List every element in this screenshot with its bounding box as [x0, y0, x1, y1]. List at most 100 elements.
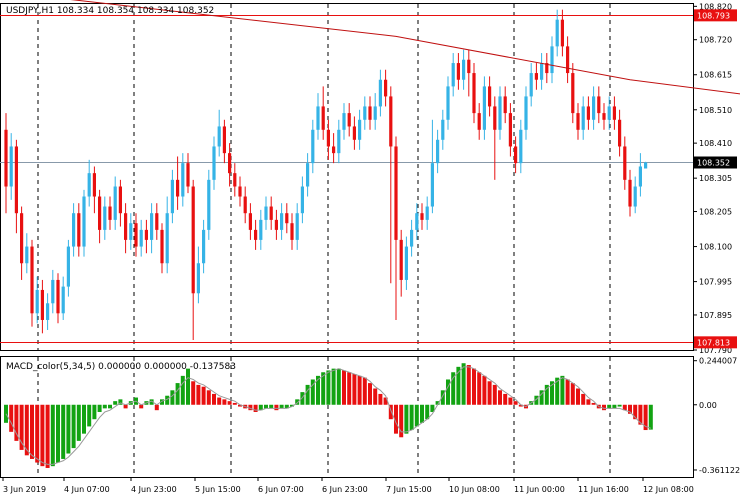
candle-body[interactable] [155, 213, 159, 230]
candle-body[interactable] [269, 206, 273, 220]
candle-body[interactable] [124, 213, 128, 240]
candle-body[interactable] [477, 113, 481, 130]
candle-body[interactable] [347, 113, 351, 127]
candle-body[interactable] [150, 213, 154, 240]
candle-body[interactable] [378, 79, 382, 107]
candle-body[interactable] [493, 106, 497, 130]
trading-chart-window[interactable]: 108.820 108.720 108.615 108.510 108.410 108.3… [0, 0, 740, 500]
candle-body[interactable] [233, 173, 237, 187]
candle-body[interactable] [207, 179, 211, 230]
candle-body[interactable] [529, 73, 533, 97]
candle-body[interactable] [404, 246, 408, 280]
candle-body[interactable] [618, 119, 622, 147]
candle-body[interactable] [436, 139, 440, 164]
candle-body[interactable] [186, 163, 190, 187]
candle-body[interactable] [243, 196, 247, 214]
candle-body[interactable] [285, 213, 289, 224]
candle-body[interactable] [254, 229, 258, 240]
candle-body[interactable] [597, 96, 601, 114]
candle-body[interactable] [451, 63, 455, 87]
candle-body[interactable] [560, 19, 564, 47]
candle-body[interactable] [290, 223, 294, 240]
candle-body[interactable] [352, 126, 356, 140]
candle-body[interactable] [514, 146, 518, 164]
candle-body[interactable] [384, 79, 388, 97]
candle-body[interactable] [191, 186, 195, 294]
candle-body[interactable] [321, 106, 325, 130]
candle-body[interactable] [524, 96, 528, 130]
candle-body[interactable] [373, 106, 377, 120]
candle-body[interactable] [462, 59, 466, 80]
candle-body[interactable] [592, 96, 596, 120]
candle-body[interactable] [576, 113, 580, 130]
candle-body[interactable] [72, 213, 76, 247]
candle-body[interactable] [623, 146, 627, 180]
candle-body[interactable] [56, 279, 60, 314]
candle-body[interactable] [337, 129, 341, 154]
candle-body[interactable] [280, 213, 284, 230]
candle-body[interactable] [66, 246, 70, 287]
chart-canvas[interactable]: 108.820108.720108.615108.510108.410108.3… [0, 0, 740, 500]
candle-body[interactable] [165, 213, 169, 264]
candle-body[interactable] [555, 19, 559, 47]
candle-body[interactable] [534, 73, 538, 80]
candle-body[interactable] [389, 96, 393, 147]
candle-body[interactable] [633, 186, 637, 207]
candle-body[interactable] [300, 186, 304, 214]
candle-body[interactable] [108, 206, 112, 220]
candle-body[interactable] [519, 129, 523, 164]
candle-body[interactable] [51, 279, 55, 304]
candle-body[interactable] [311, 129, 315, 164]
candle-body[interactable] [586, 106, 590, 120]
candle-body[interactable] [540, 63, 544, 80]
candle-body[interactable] [358, 119, 362, 140]
candle-body[interactable] [196, 263, 200, 294]
candle-body[interactable] [176, 179, 180, 197]
candle-body[interactable] [217, 126, 221, 147]
candle-body[interactable] [472, 73, 476, 114]
candle-body[interactable] [316, 106, 320, 130]
candle-body[interactable] [82, 196, 86, 247]
candle-body[interactable] [399, 239, 403, 280]
candle-body[interactable] [222, 126, 226, 154]
candle-body[interactable] [4, 129, 8, 187]
candle-body[interactable] [40, 289, 44, 320]
candle-body[interactable] [607, 106, 611, 120]
candle-body[interactable] [415, 213, 419, 230]
candle-body[interactable] [92, 173, 96, 197]
candle-body[interactable] [118, 186, 122, 214]
candle-body[interactable] [103, 206, 107, 230]
candle-body[interactable] [482, 86, 486, 130]
candle-body[interactable] [602, 113, 606, 120]
candle-body[interactable] [410, 229, 414, 247]
candle-body[interactable] [446, 86, 450, 120]
candle-body[interactable] [77, 213, 81, 247]
candle-body[interactable] [113, 186, 117, 220]
candle-body[interactable] [30, 246, 34, 314]
candle-body[interactable] [441, 119, 445, 140]
candle-body[interactable] [259, 219, 263, 240]
candle-body[interactable] [295, 213, 299, 240]
candle-body[interactable] [508, 113, 512, 147]
candle-body[interactable] [212, 146, 216, 180]
candle-body[interactable] [61, 286, 65, 314]
candle-body[interactable] [181, 163, 185, 197]
candle-body[interactable] [581, 106, 585, 130]
candle-body[interactable] [342, 113, 346, 130]
candle-body[interactable] [87, 173, 91, 197]
candle-body[interactable] [202, 229, 206, 264]
candle-body[interactable] [488, 86, 492, 107]
candle-body[interactable] [129, 223, 133, 240]
candle-body[interactable] [425, 206, 429, 220]
candle-body[interactable] [35, 289, 39, 314]
candle-body[interactable] [430, 163, 434, 207]
candle-body[interactable] [144, 229, 148, 240]
candle-body[interactable] [638, 166, 642, 187]
candle-body[interactable] [628, 179, 632, 207]
candle-body[interactable] [14, 146, 18, 214]
candle-body[interactable] [363, 106, 367, 120]
candle-body[interactable] [644, 162, 648, 169]
candle-body[interactable] [503, 96, 507, 114]
candle-body[interactable] [134, 223, 138, 247]
candle-body[interactable] [170, 179, 174, 214]
